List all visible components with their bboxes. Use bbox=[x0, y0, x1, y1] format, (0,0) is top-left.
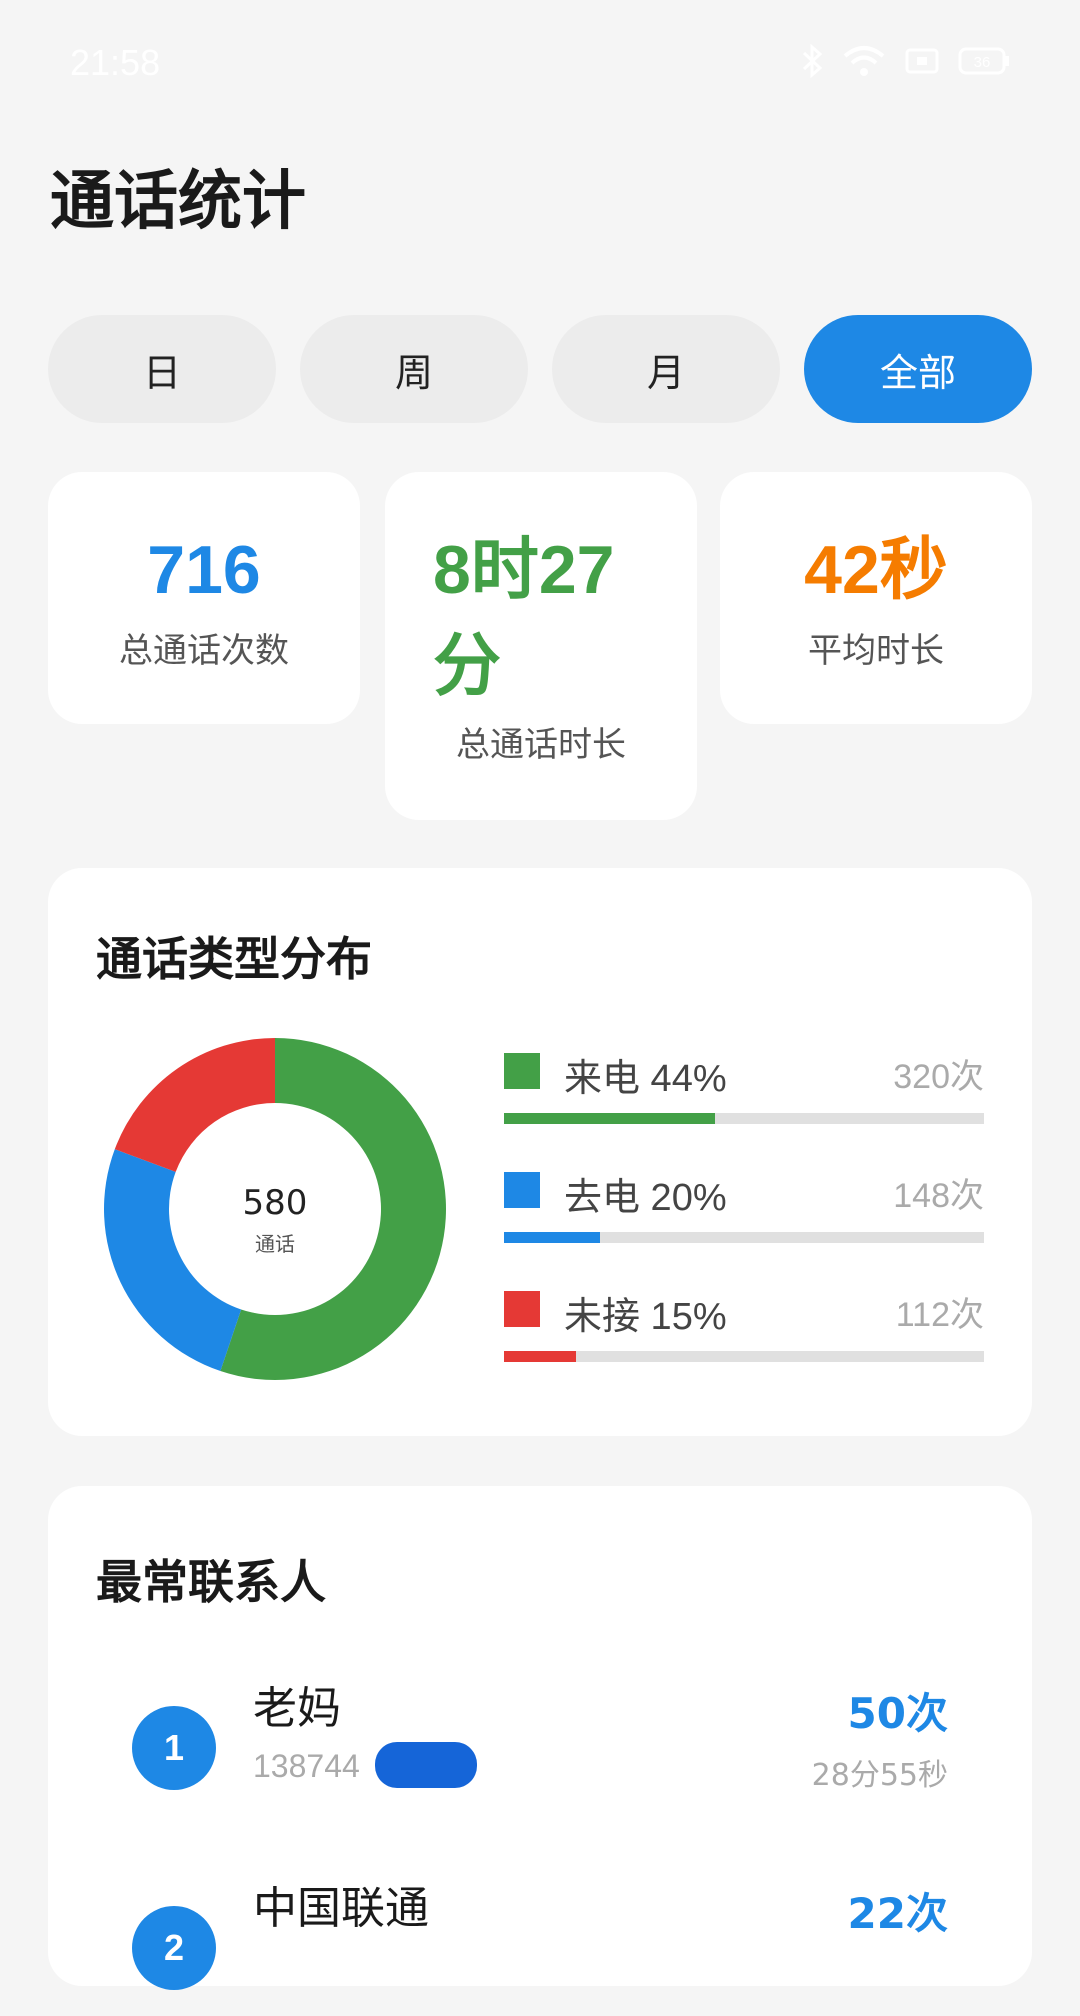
period-tabs: 日 周 月 全部 bbox=[48, 315, 1032, 423]
contact-call-duration: 28分55秒 bbox=[811, 1758, 948, 1793]
legend-bar-fill-outgoing bbox=[504, 1232, 600, 1243]
donut-slice-未接 bbox=[114, 1038, 276, 1172]
legend-count-outgoing: 148次 bbox=[893, 1177, 984, 1215]
legend-bar-fill-missed bbox=[504, 1351, 576, 1362]
top-contacts-card: 最常联系人 1 老妈 138744 50次 28分55秒 2 中国联通 22次 bbox=[48, 1486, 1032, 1990]
legend-bar-fill-incoming bbox=[504, 1113, 716, 1124]
status-bar: 21:58 36 bbox=[0, 0, 1080, 130]
bluetooth-icon bbox=[802, 44, 824, 78]
total-calls-value: 716 bbox=[147, 532, 261, 608]
legend-item-missed: 未接 15% 112次 bbox=[504, 1291, 984, 1410]
tab-week[interactable]: 周 bbox=[300, 315, 528, 423]
contacts-title: 最常联系人 bbox=[96, 1555, 326, 1609]
status-time: 21:58 bbox=[70, 42, 161, 83]
total-duration-value: 8时27 分 bbox=[385, 522, 697, 714]
legend-bar-track-incoming bbox=[504, 1113, 984, 1124]
total-duration-label: 总通话时长 bbox=[456, 725, 626, 765]
legend-swatch-missed bbox=[504, 1291, 540, 1327]
total-duration-value-line2: 分 bbox=[433, 628, 502, 704]
call-type-distribution-card: 通话类型分布 580 通话 来电 44% 320次 去电 20% 148次 未接… bbox=[48, 868, 1032, 1436]
contact-row[interactable]: 2 中国联通 22次 bbox=[48, 1866, 1032, 2016]
legend-item-incoming: 来电 44% 320次 bbox=[504, 1053, 984, 1172]
total-calls-label: 总通话次数 bbox=[119, 631, 289, 671]
avg-duration-label: 平均时长 bbox=[808, 631, 944, 671]
legend-item-outgoing: 去电 20% 148次 bbox=[504, 1172, 984, 1291]
total-duration-card: 8时27 分 总通话时长 bbox=[385, 472, 697, 820]
legend-bar-track-outgoing bbox=[504, 1232, 984, 1243]
wifi-icon bbox=[842, 44, 886, 78]
battery-icon: 36 bbox=[958, 46, 1010, 76]
rank-badge: 2 bbox=[132, 1906, 216, 1990]
contact-number: 138744 bbox=[253, 1748, 360, 1784]
tab-day[interactable]: 日 bbox=[48, 315, 276, 423]
redaction-mark bbox=[375, 1742, 477, 1788]
legend-swatch-outgoing bbox=[504, 1172, 540, 1208]
tab-all[interactable]: 全部 bbox=[804, 315, 1032, 423]
distribution-legend: 来电 44% 320次 去电 20% 148次 未接 15% 112次 bbox=[504, 1053, 984, 1410]
screen-icon bbox=[904, 46, 940, 76]
contact-name: 老妈 bbox=[253, 1683, 341, 1734]
total-duration-value-line1: 8时27 bbox=[433, 532, 615, 608]
rank-badge: 1 bbox=[132, 1706, 216, 1790]
contact-call-count: 50次 bbox=[847, 1689, 948, 1738]
contact-name: 中国联通 bbox=[253, 1883, 429, 1934]
distribution-title: 通话类型分布 bbox=[96, 932, 372, 986]
legend-label-outgoing: 去电 20% bbox=[564, 1177, 727, 1219]
avg-duration-value: 42秒 bbox=[804, 532, 948, 608]
tab-month[interactable]: 月 bbox=[552, 315, 780, 423]
legend-bar-track-missed bbox=[504, 1351, 984, 1362]
contact-call-count: 22次 bbox=[847, 1889, 948, 1938]
legend-label-incoming: 来电 44% bbox=[564, 1058, 727, 1100]
status-icons: 36 bbox=[802, 44, 1010, 78]
donut-center-value: 580 bbox=[242, 1183, 308, 1223]
legend-swatch-incoming bbox=[504, 1053, 540, 1089]
legend-count-missed: 112次 bbox=[895, 1296, 984, 1334]
donut-center-label: 通话 bbox=[255, 1232, 295, 1256]
legend-count-incoming: 320次 bbox=[893, 1058, 984, 1096]
battery-level: 36 bbox=[974, 54, 991, 71]
contact-row[interactable]: 1 老妈 138744 50次 28分55秒 bbox=[48, 1666, 1032, 1816]
avg-duration-card: 42秒 平均时长 bbox=[720, 472, 1032, 724]
total-calls-card: 716 总通话次数 bbox=[48, 472, 360, 724]
page-title: 通话统计 bbox=[50, 165, 306, 239]
legend-label-missed: 未接 15% bbox=[564, 1296, 727, 1338]
